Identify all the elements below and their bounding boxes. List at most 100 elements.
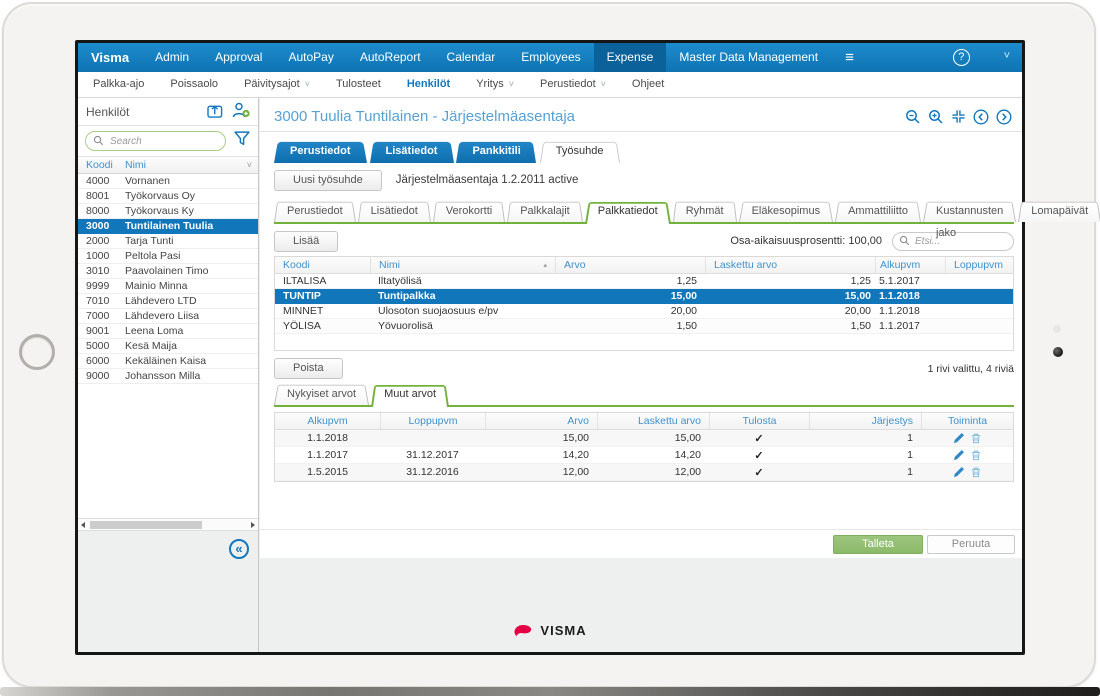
column-menu-chevron-icon[interactable]: ˅ — [247, 160, 258, 170]
delete-row-button[interactable]: Poista — [274, 358, 343, 379]
column-koodi[interactable]: Koodi — [275, 257, 370, 273]
sub-nav-item[interactable]: Ohjeet — [619, 72, 677, 97]
column-loppupvm[interactable]: Loppupvm — [945, 257, 1013, 273]
delete-icon[interactable] — [970, 432, 982, 444]
sub-nav-item[interactable]: Tulosteet — [323, 72, 394, 97]
column-loppupvm[interactable]: Loppupvm — [380, 413, 485, 429]
sub-nav-item[interactable]: Perustiedot˅ — [527, 72, 619, 97]
sub-nav-item[interactable]: Henkilöt — [394, 72, 463, 97]
top-nav-item[interactable]: AutoReport — [347, 43, 434, 72]
scrollbar-thumb[interactable] — [90, 521, 202, 529]
employment-subtab[interactable]: Palkkatiedot — [585, 200, 671, 222]
employee-row[interactable]: 6000 Kekäläinen Kaisa — [78, 354, 258, 369]
hamburger-menu-icon[interactable]: ≡ — [831, 43, 867, 72]
column-arvo[interactable]: Arvo — [485, 413, 597, 429]
column-header-koodi[interactable]: Koodi — [86, 159, 125, 171]
column-jarjestys[interactable]: Järjestys — [809, 413, 921, 429]
employee-row[interactable]: 7010 Lähdevero LTD — [78, 294, 258, 309]
column-nimi[interactable]: Nimi▴ — [370, 257, 555, 273]
employee-row[interactable]: 8001 Työkorvaus Oy — [78, 189, 258, 204]
employee-row[interactable]: 1000 Peltola Pasi — [78, 249, 258, 264]
edit-icon[interactable] — [953, 449, 965, 461]
sub-nav-item[interactable]: Palkka-ajo — [80, 72, 157, 97]
filter-icon[interactable] — [233, 130, 251, 152]
employee-tab[interactable]: Lisätiedot — [370, 140, 454, 163]
scroll-left-arrow[interactable] — [81, 522, 85, 528]
column-header-nimi[interactable]: Nimi — [125, 159, 247, 171]
employee-tab[interactable]: Pankkitili — [456, 140, 536, 163]
add-person-icon[interactable] — [232, 102, 250, 121]
cancel-button[interactable]: Peruuta — [927, 535, 1015, 554]
scroll-right-arrow[interactable] — [251, 522, 255, 528]
employment-subtab[interactable]: Perustiedot — [274, 200, 356, 222]
top-nav-item[interactable]: Visma — [78, 43, 142, 72]
visma-footer-logo: VISMA — [513, 623, 586, 638]
column-arvo[interactable]: Arvo — [555, 257, 705, 273]
collapse-sidebar-button[interactable]: « — [229, 539, 249, 559]
employee-code: 1000 — [86, 250, 125, 262]
employee-row[interactable]: 5000 Kesä Maija — [78, 339, 258, 354]
main-content: 3000 Tuulia Tuntilainen - Järjestelmäase… — [260, 98, 1022, 558]
employment-subtab[interactable]: Kustannusten jako — [923, 200, 1016, 222]
employee-row[interactable]: 3010 Paavolainen Timo — [78, 264, 258, 279]
employment-subtab[interactable]: Ryhmät — [673, 200, 737, 222]
visma-logo-text: VISMA — [540, 623, 586, 638]
employment-subtab[interactable]: Eläkesopimus — [739, 200, 833, 222]
pay-row[interactable]: YÖLISA Yövuorolisä 1,50 1,50 1.1.2017 — [275, 319, 1013, 334]
sub-nav-item[interactable]: Päivitysajot˅ — [231, 72, 323, 97]
value-tab[interactable]: Nykyiset arvot — [274, 383, 369, 405]
edit-icon[interactable] — [953, 466, 965, 478]
top-nav-item[interactable]: Calendar — [434, 43, 509, 72]
compress-icon[interactable] — [951, 109, 966, 124]
sidebar-horizontal-scrollbar[interactable] — [78, 518, 258, 531]
employee-row[interactable]: 8000 Työkorvaus Ky — [78, 204, 258, 219]
pay-row[interactable]: TUNTIP Tuntipalkka 15,00 15,00 1.1.2018 — [275, 289, 1013, 304]
column-tulosta[interactable]: Tulosta — [709, 413, 809, 429]
employee-row[interactable]: 7000 Lähdevero Liisa — [78, 309, 258, 324]
employee-name: Tarja Tunti — [125, 235, 258, 247]
tablet-bottom-edge — [0, 687, 1100, 696]
delete-icon[interactable] — [970, 449, 982, 461]
delete-icon[interactable] — [970, 466, 982, 478]
top-nav-item[interactable]: Expense — [594, 43, 667, 72]
next-record-icon[interactable] — [996, 109, 1012, 125]
new-employment-button[interactable]: Uusi työsuhde — [274, 170, 382, 191]
top-nav-item[interactable]: Employees — [508, 43, 593, 72]
previous-record-icon[interactable] — [973, 109, 989, 125]
top-nav-item[interactable]: AutoPay — [275, 43, 346, 72]
employee-row[interactable]: 2000 Tarja Tunti — [78, 234, 258, 249]
employee-row[interactable]: 4000 Vornanen — [78, 174, 258, 189]
column-alkupvm[interactable]: Alkupvm — [275, 413, 380, 429]
add-row-button[interactable]: Lisää — [274, 231, 338, 252]
upload-icon[interactable] — [207, 103, 224, 121]
sub-nav-item[interactable]: Yritys˅ — [463, 72, 527, 97]
employment-subtab[interactable]: Lisätiedot — [358, 200, 431, 222]
top-nav-item[interactable]: Master Data Management — [666, 43, 831, 72]
value-tab[interactable]: Muut arvot — [371, 383, 449, 405]
top-nav-item[interactable]: Admin — [142, 43, 202, 72]
pay-row[interactable]: MINNET Ulosoton suojaosuus e/pv 20,00 20… — [275, 304, 1013, 319]
employee-row[interactable]: 9000 Johansson Milla — [78, 369, 258, 384]
save-button[interactable]: Talleta — [833, 535, 923, 554]
zoom-in-icon[interactable] — [928, 109, 944, 125]
column-laskettu-arvo[interactable]: Laskettu arvo — [705, 257, 875, 273]
sub-nav-item[interactable]: Poissaolo — [157, 72, 231, 97]
pay-row[interactable]: ILTALISA Iltatyölisä 1,25 1,25 5.1.2017 — [275, 274, 1013, 289]
employee-row[interactable]: 9001 Leena Loma — [78, 324, 258, 339]
employment-subtab[interactable]: Palkkalajit — [507, 200, 583, 222]
column-laskettu-arvo[interactable]: Laskettu arvo — [597, 413, 709, 429]
employee-search-input[interactable] — [85, 131, 226, 151]
employment-subtab[interactable]: Verokortti — [433, 200, 505, 222]
employment-subtab[interactable]: Lomapäivät — [1018, 200, 1100, 222]
employee-row[interactable]: 9999 Mainio Minna — [78, 279, 258, 294]
column-alkupvm[interactable]: Alkupvm — [875, 257, 945, 273]
employee-tab[interactable]: Perustiedot — [274, 140, 367, 163]
edit-icon[interactable] — [953, 432, 965, 444]
employee-row[interactable]: 3000 Tuntilainen Tuulia — [78, 219, 258, 234]
nav-chevron-down-icon[interactable]: ˅ — [992, 43, 1022, 72]
employment-subtab[interactable]: Ammattiliitto — [835, 200, 921, 222]
zoom-out-icon[interactable] — [905, 109, 921, 125]
help-icon[interactable]: ? — [953, 49, 970, 66]
employee-tab[interactable]: Työsuhde — [540, 140, 620, 163]
top-nav-item[interactable]: Approval — [202, 43, 275, 72]
